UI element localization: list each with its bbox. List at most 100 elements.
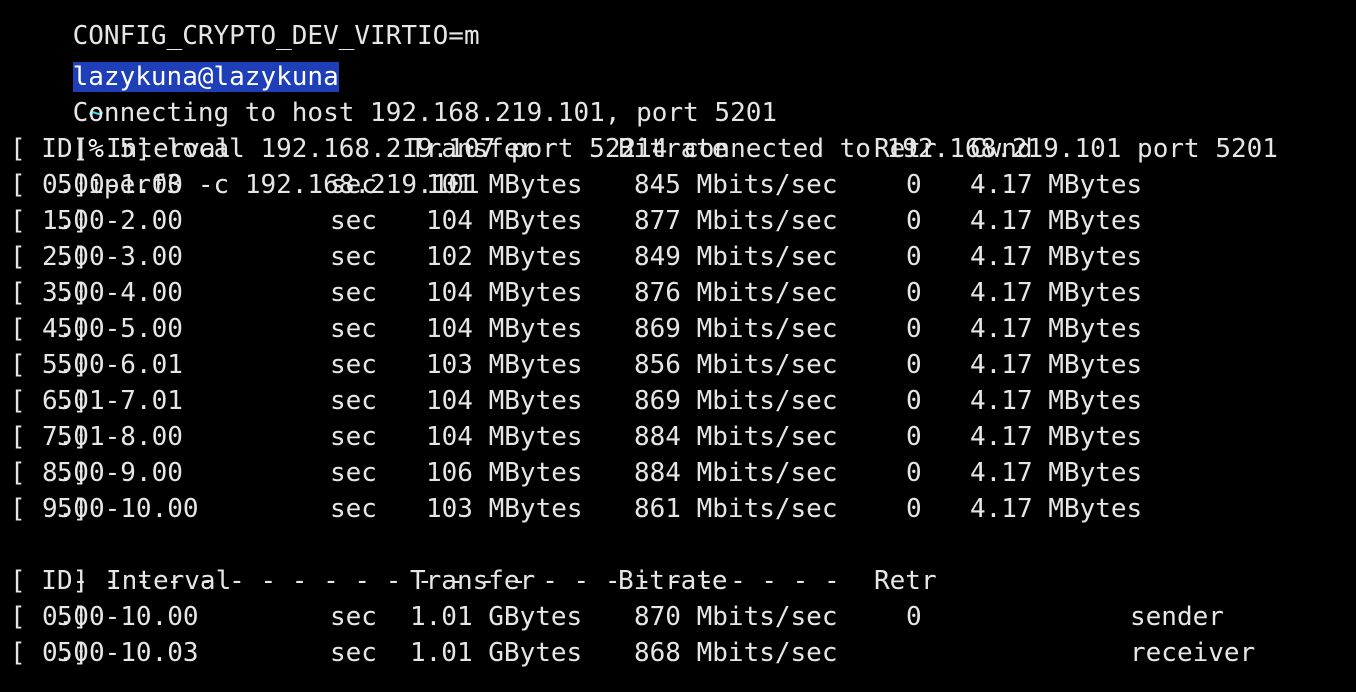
table-row: [ 5] 3.00-4.00 sec 104 MBytes 876 Mbits/sec 0… xyxy=(10,275,1310,311)
table-row: [ 5] 1.00-2.00 sec 104 MBytes 877 Mbits/sec 0… xyxy=(10,203,1310,239)
row-interval: 3.00-4.00 xyxy=(42,278,183,308)
row-interval: 2.00-3.00 xyxy=(42,242,183,272)
row-cwnd: 4.17 MBytes xyxy=(970,206,1143,236)
row-transfer: 106 MBytes xyxy=(426,458,583,488)
header-interval: Interval xyxy=(106,134,232,164)
row-transfer: 102 MBytes xyxy=(426,242,583,272)
terminal-window[interactable]: CONFIG_CRYPTO_DEV_VIRTIO=m lazykuna@lazy… xyxy=(0,0,1356,692)
row-retr: 0 xyxy=(906,314,922,344)
table-row: [ 5] 6.01-7.01 sec 104 MBytes 869 Mbits/sec 0… xyxy=(10,383,1310,419)
header-bitrate: Bitrate xyxy=(618,134,728,164)
header-transfer: Transfer xyxy=(410,134,536,164)
table-row: [ 5] 2.00-3.00 sec 102 MBytes 849 Mbits/sec 0… xyxy=(10,239,1310,275)
table-row: [ 5] 7.01-8.00 sec 104 MBytes 884 Mbits/sec 0… xyxy=(10,419,1310,455)
row-unit: sec xyxy=(330,494,377,524)
summary-header-bitrate: Bitrate xyxy=(618,566,728,596)
summary-header-interval: Interval xyxy=(106,566,232,596)
row-cwnd: 4.17 MBytes xyxy=(970,278,1143,308)
summary-transfer: 1.01 GBytes xyxy=(410,638,583,668)
row-unit: sec xyxy=(330,278,377,308)
row-unit: sec xyxy=(330,458,377,488)
row-transfer: 104 MBytes xyxy=(426,278,583,308)
row-bitrate: 849 Mbits/sec xyxy=(634,242,838,272)
row-retr: 0 xyxy=(906,170,922,200)
row-retr: 0 xyxy=(906,494,922,524)
table-header: [ ID] Interval Transfer Bitrate Retr Cwn… xyxy=(10,131,1310,167)
row-cwnd: 4.17 MBytes xyxy=(970,242,1143,272)
row-unit: sec xyxy=(330,422,377,452)
local-connection-line: [ 5] local 192.168.219.107 port 52214 co… xyxy=(10,95,1278,164)
summary-row: [ 5] 0.00-10.03 sec 1.01 GBytes 868 Mbits/se… xyxy=(10,635,1310,671)
row-bitrate: 884 Mbits/sec xyxy=(634,458,838,488)
table-row: [ 5] 8.00-9.00 sec 106 MBytes 884 Mbits/sec 0… xyxy=(10,455,1310,491)
summary-retr: 0 xyxy=(906,602,922,632)
summary-bitrate: 868 Mbits/sec xyxy=(634,638,838,668)
row-transfer: 104 MBytes xyxy=(426,386,583,416)
row-retr: 0 xyxy=(906,242,922,272)
row-bitrate: 877 Mbits/sec xyxy=(634,206,838,236)
row-bitrate: 869 Mbits/sec xyxy=(634,386,838,416)
row-unit: sec xyxy=(330,386,377,416)
header-id: [ ID] xyxy=(10,134,89,164)
row-unit: sec xyxy=(330,206,377,236)
header-retr: Retr xyxy=(874,134,937,164)
row-cwnd: 4.17 MBytes xyxy=(970,350,1143,380)
separator-line: - - - - - - - - - - - - - - - - - - - - … xyxy=(10,527,840,596)
summary-role: sender xyxy=(1130,602,1224,632)
summary-unit: sec xyxy=(330,638,377,668)
prompt-line: lazykuna@lazykuna ~ % iperf3 -c 192.168.… xyxy=(10,23,480,200)
summary-bitrate: 870 Mbits/sec xyxy=(634,602,838,632)
row-bitrate: 861 Mbits/sec xyxy=(634,494,838,524)
row-bitrate: 876 Mbits/sec xyxy=(634,278,838,308)
row-transfer: 103 MBytes xyxy=(426,350,583,380)
summary-interval: 0.00-10.00 xyxy=(42,602,199,632)
summary-header-id: [ ID] xyxy=(10,566,89,596)
row-interval: 8.00-9.00 xyxy=(42,458,183,488)
row-bitrate: 845 Mbits/sec xyxy=(634,170,838,200)
row-interval: 6.01-7.01 xyxy=(42,386,183,416)
row-transfer: 104 MBytes xyxy=(426,314,583,344)
row-transfer: 101 MBytes xyxy=(426,170,583,200)
summary-header-transfer: Transfer xyxy=(410,566,536,596)
previous-output-line: CONFIG_CRYPTO_DEV_VIRTIO=m xyxy=(10,0,480,51)
row-cwnd: 4.17 MBytes xyxy=(970,170,1143,200)
row-retr: 0 xyxy=(906,278,922,308)
row-interval: 1.00-2.00 xyxy=(42,206,183,236)
table-row: [ 5] 9.00-10.00 sec 103 MBytes 861 Mbits/sec… xyxy=(10,491,1310,527)
row-retr: 0 xyxy=(906,458,922,488)
row-unit: sec xyxy=(330,350,377,380)
row-bitrate: 856 Mbits/sec xyxy=(634,350,838,380)
summary-transfer: 1.01 GBytes xyxy=(410,602,583,632)
row-unit: sec xyxy=(330,242,377,272)
row-unit: sec xyxy=(330,170,377,200)
summary-header-retr: Retr xyxy=(874,566,937,596)
row-interval: 5.00-6.01 xyxy=(42,350,183,380)
summary-row: [ 5] 0.00-10.00 sec 1.01 GBytes 870 Mbits/se… xyxy=(10,599,1310,635)
table-row: [ 5] 0.00-1.00 sec 101 MBytes 845 Mbits/sec 0… xyxy=(10,167,1310,203)
row-cwnd: 4.17 MBytes xyxy=(970,422,1143,452)
row-cwnd: 4.17 MBytes xyxy=(970,458,1143,488)
row-interval: 7.01-8.00 xyxy=(42,422,183,452)
table-row: [ 5] 5.00-6.01 sec 103 MBytes 856 Mbits/sec 0… xyxy=(10,347,1310,383)
row-transfer: 104 MBytes xyxy=(426,422,583,452)
row-retr: 0 xyxy=(906,206,922,236)
row-interval: 4.00-5.00 xyxy=(42,314,183,344)
row-unit: sec xyxy=(330,314,377,344)
summary-interval: 0.00-10.03 xyxy=(42,638,199,668)
header-cwnd: Cwnd xyxy=(970,134,1033,164)
table-row: [ 5] 4.00-5.00 sec 104 MBytes 869 Mbits/sec 0… xyxy=(10,311,1310,347)
summary-header: [ ID] Interval Transfer Bitrate Retr xyxy=(10,563,1310,599)
row-cwnd: 4.17 MBytes xyxy=(970,314,1143,344)
row-cwnd: 4.17 MBytes xyxy=(970,494,1143,524)
connecting-line: Connecting to host 192.168.219.101, port… xyxy=(10,59,777,128)
row-bitrate: 869 Mbits/sec xyxy=(634,314,838,344)
summary-role: receiver xyxy=(1130,638,1256,668)
row-retr: 0 xyxy=(906,350,922,380)
row-interval: 9.00-10.00 xyxy=(42,494,199,524)
row-transfer: 103 MBytes xyxy=(426,494,583,524)
row-interval: 0.00-1.00 xyxy=(42,170,183,200)
row-transfer: 104 MBytes xyxy=(426,206,583,236)
row-bitrate: 884 Mbits/sec xyxy=(634,422,838,452)
summary-unit: sec xyxy=(330,602,377,632)
row-cwnd: 4.17 MBytes xyxy=(970,386,1143,416)
